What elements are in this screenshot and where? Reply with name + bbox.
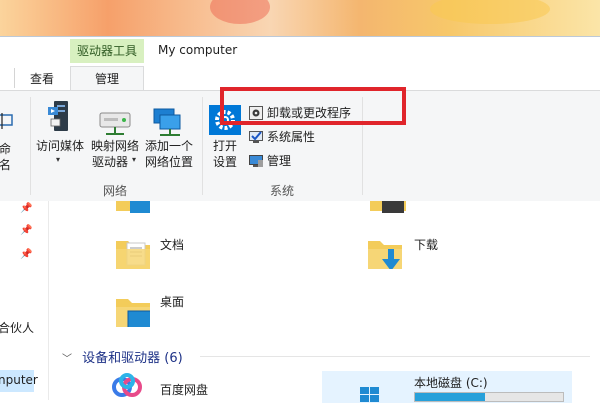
downloads-folder-icon	[368, 241, 402, 269]
open-settings-label-line1: 打开	[212, 139, 237, 153]
highlight-box	[220, 87, 406, 125]
rename-label: 命名	[0, 142, 11, 172]
local-disk-label: 本地磁盘 (C:)	[414, 376, 488, 390]
baidu-netdisk-icon	[112, 373, 142, 397]
desktop-label: 桌面	[160, 295, 185, 309]
system-properties-label: 系统属性	[267, 130, 316, 144]
drive-tools-context-header[interactable]: 驱动器工具	[70, 39, 144, 63]
wallpaper-shape	[430, 0, 550, 24]
manage-button[interactable]: 管理	[249, 151, 291, 171]
open-settings-label-line2: 设置	[212, 155, 237, 169]
pin-icon[interactable]: 📌	[20, 225, 32, 236]
nav-item-this-pc-selected[interactable]: nputer	[0, 370, 38, 392]
wallpaper-shape	[210, 0, 270, 24]
network-location-icon	[153, 108, 181, 136]
tab-partial[interactable]	[0, 68, 15, 88]
media-server-icon	[48, 101, 68, 131]
chevron-down-icon[interactable]: ﹀	[62, 354, 72, 365]
device-local-disk-c[interactable]: 本地磁盘 (C:)	[322, 371, 572, 403]
rename-button[interactable]: 命名	[0, 97, 22, 172]
content-area: 📌 📌 📌 合伙人 nputer 文档 下载 桌面 ﹀ 设备和驱动器 (6) 百…	[0, 201, 600, 403]
devices-section-title: 设备和驱动器 (6)	[82, 351, 183, 366]
system-properties-button[interactable]: 系统属性	[249, 127, 315, 147]
baidu-netdisk-label: 百度网盘	[160, 383, 209, 397]
folder-icon	[370, 201, 406, 213]
system-group-label: 系统	[270, 184, 295, 198]
documents-label: 文档	[160, 238, 185, 252]
windows-drive-icon	[360, 387, 379, 402]
pin-icon[interactable]: 📌	[20, 249, 32, 260]
map-drive-label-line1: 映射网络	[90, 139, 139, 153]
folder-documents[interactable]: 文档	[110, 231, 220, 275]
title-bar: 驱动器工具 My computer	[0, 36, 600, 67]
section-divider	[200, 356, 590, 357]
tab-manage[interactable]: 管理	[70, 66, 144, 90]
manage-label: 管理	[267, 154, 292, 168]
disk-usage-bar	[414, 392, 564, 402]
desktop-wallpaper	[0, 0, 600, 36]
documents-folder-icon	[116, 241, 150, 269]
dropdown-arrow-icon[interactable]: ▾	[56, 155, 60, 164]
window-title: My computer	[158, 43, 238, 57]
computer-manage-icon	[249, 155, 263, 167]
devices-section-header[interactable]: ﹀ 设备和驱动器 (6)	[62, 347, 183, 366]
folder-downloads[interactable]: 下载	[366, 231, 476, 275]
group-separator	[30, 97, 31, 195]
rename-icon	[0, 113, 13, 129]
navigation-pane: 📌 📌 📌 合伙人 nputer	[0, 201, 49, 400]
downloads-label: 下载	[414, 238, 439, 252]
add-location-label-line2: 网络位置	[144, 155, 193, 169]
add-location-label-line1: 添加一个	[144, 139, 193, 153]
pin-icon[interactable]: 📌	[20, 203, 32, 214]
nav-item-label: nputer	[0, 373, 38, 387]
network-group-label: 网络	[103, 184, 128, 198]
desktop-folder-icon	[116, 299, 150, 327]
group-separator	[202, 97, 203, 195]
folder-icon	[116, 201, 150, 213]
dropdown-arrow-icon[interactable]: ▾	[132, 155, 136, 164]
checkmark-monitor-icon	[249, 131, 263, 143]
device-baidu-netdisk[interactable]: 百度网盘	[108, 371, 268, 401]
map-drive-label-line2: 驱动器	[91, 155, 128, 169]
nav-item-partner[interactable]: 合伙人	[0, 319, 34, 336]
network-drive-icon	[99, 112, 131, 135]
folder-desktop[interactable]: 桌面	[110, 291, 220, 335]
access-media-label: 访问媒体	[35, 139, 84, 153]
tab-view[interactable]: 查看	[22, 70, 62, 87]
